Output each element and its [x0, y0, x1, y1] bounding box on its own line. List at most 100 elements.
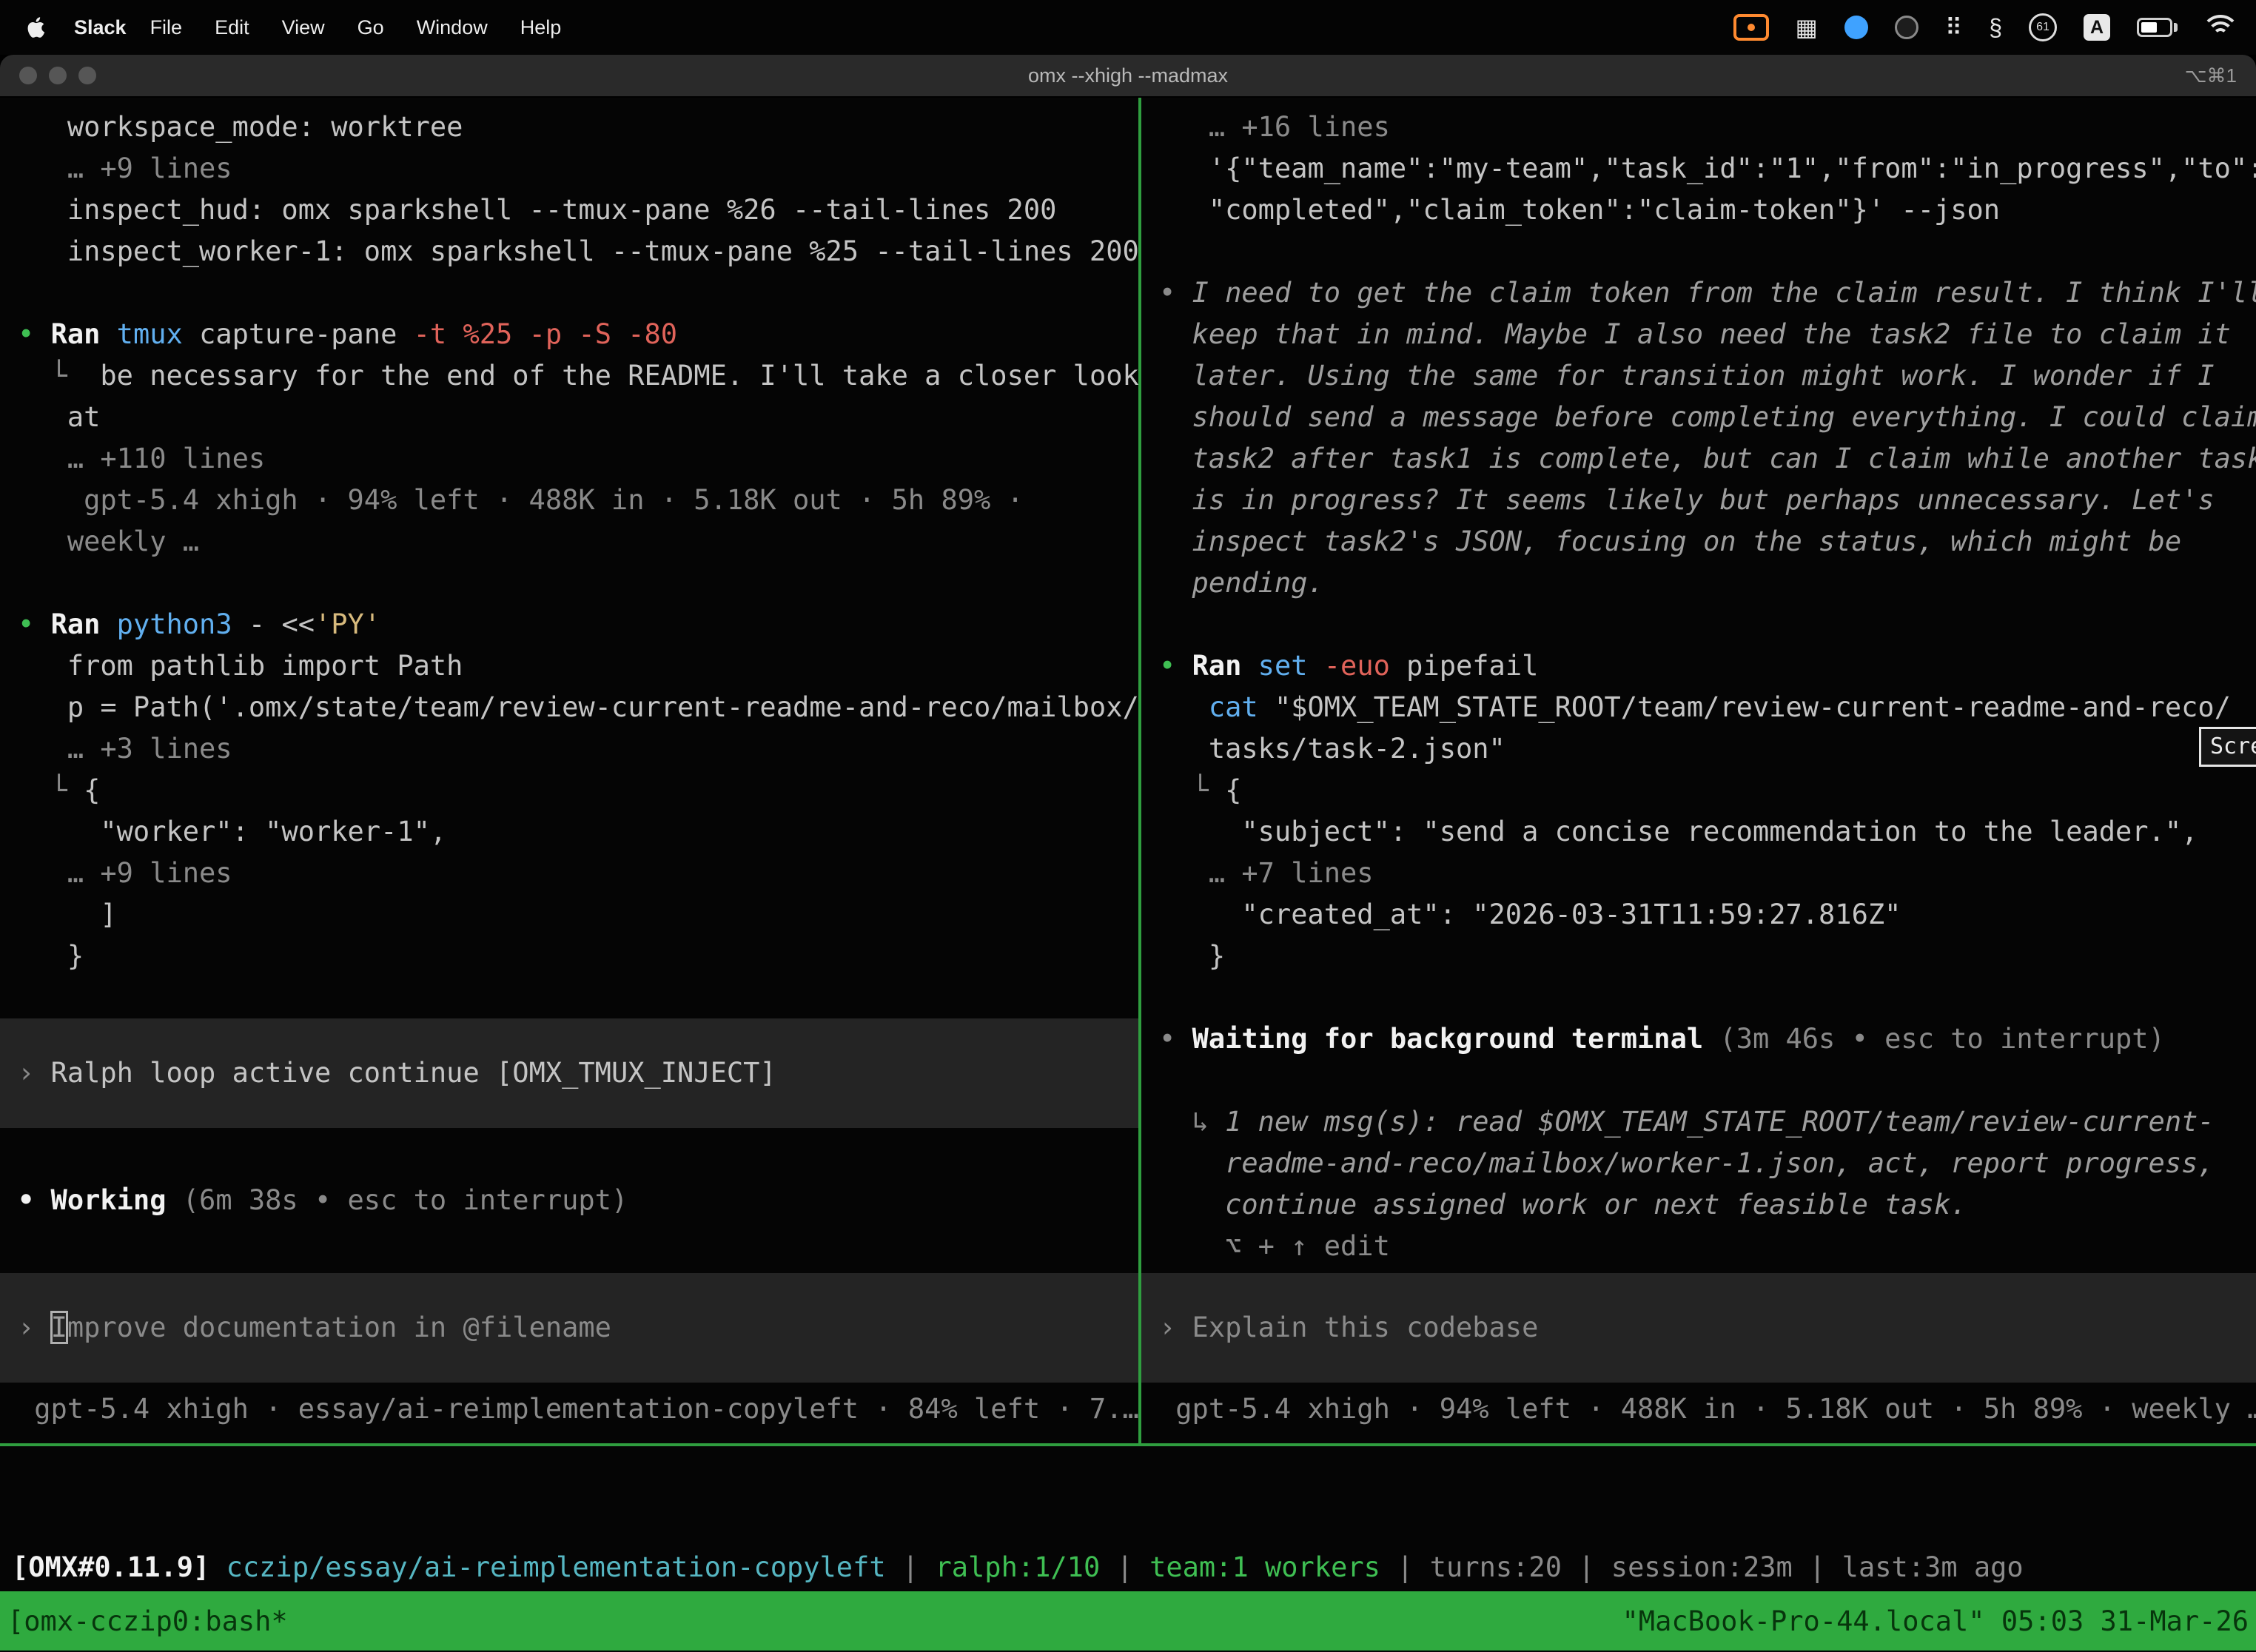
omx-status-pane[interactable]: [OMX#0.11.9] cczip/essay/ai-reimplementa… [0, 1446, 2256, 1591]
text-segment: └ [1159, 774, 1225, 806]
text-segment: later. Using the same for transition mig… [1159, 360, 2215, 392]
terminal-line: } [18, 936, 1138, 977]
text-segment: └ [18, 360, 100, 392]
text-segment: … +16 lines [1159, 111, 1390, 143]
terminal-line: task2 after task1 is complete, but can I… [1159, 438, 2256, 480]
text-segment: Ran [1192, 650, 1258, 682]
terminal-line: ↳ 1 new msg(s): read $OMX_TEAM_STATE_ROO… [1159, 1101, 2256, 1143]
text-segment: task2 after task1 is complete, but can I… [1159, 443, 2256, 474]
terminal-line [1159, 604, 2256, 645]
text-segment: is in progress? It seems likely but perh… [1159, 484, 2215, 516]
apple-menu-icon[interactable] [22, 14, 49, 41]
tmux-panes: workspace_mode: worktree … +9 lines insp… [0, 98, 2256, 1443]
text-segment: › Explain this codebase [1159, 1312, 1538, 1343]
text-segment: gpt-5.4 xhigh · 94% left · 488K in · 5.1… [1159, 1393, 2256, 1425]
terminal-pane-right[interactable]: … +16 lines '{"team_name":"my-team","tas… [1141, 98, 2256, 1443]
spacer [18, 1221, 1138, 1273]
menu-go[interactable]: Go [341, 16, 400, 39]
text-segment: { [1225, 774, 1241, 806]
input-source-icon[interactable]: A [2084, 14, 2110, 41]
text-segment: { [84, 774, 100, 806]
terminal-line: • Ran set -euo pipefail [1159, 645, 2256, 687]
input-prompt[interactable]: › Improve documentation in @filename [0, 1273, 1138, 1383]
menu-window[interactable]: Window [400, 16, 504, 39]
screen-tooltip: Scre [2199, 727, 2256, 767]
text-segment: • [1159, 277, 1192, 309]
text-segment: 'PY' [315, 608, 380, 640]
menu-help[interactable]: Help [504, 16, 578, 39]
terminal-line: … +9 lines [18, 148, 1138, 189]
terminal-line [18, 272, 1138, 314]
text-segment: readme-and-reco/mailbox/worker-1.json, a… [1159, 1147, 2215, 1179]
terminal-line: • Waiting for background terminal (3m 46… [1159, 1018, 2256, 1060]
squiggle-app-icon[interactable]: § [1989, 16, 2002, 39]
terminal-line: └ { [1159, 770, 2256, 811]
blue-app-icon[interactable] [1844, 16, 1868, 39]
text-segment: python3 [117, 608, 249, 640]
text-segment: Ran [51, 608, 117, 640]
text-segment: Ran [51, 318, 117, 350]
text-segment: … +7 lines [1159, 857, 1374, 889]
text-segment: be necessary for the end of the README. … [100, 360, 1138, 392]
omx-status-line: [OMX#0.11.9] cczip/essay/ai-reimplementa… [12, 1547, 2256, 1588]
text-segment [1159, 691, 1209, 723]
terminal-line: keep that in mind. Maybe I also need the… [1159, 314, 2256, 355]
menu-file[interactable]: File [134, 16, 199, 39]
terminal-line: "created_at": "2026-03-31T11:59:27.816Z" [1159, 894, 2256, 936]
dots-grid-icon[interactable]: ⠿ [1945, 16, 1962, 39]
text-segment: | [1100, 1551, 1149, 1583]
menu-view[interactable]: View [266, 16, 341, 39]
terminal-line: "completed","claim_token":"claim-token"}… [1159, 189, 2256, 231]
text-segment: pipefail [1406, 650, 1538, 682]
text-segment: tasks/task-2.json" [1159, 733, 1505, 765]
terminal-line: • Ran python3 - <<'PY' [18, 604, 1138, 645]
window-title-bar[interactable]: omx --xhigh --madmax ⌥⌘1 [0, 55, 2256, 98]
terminal-line [1159, 977, 2256, 1018]
terminal-line: └ { [18, 770, 1138, 811]
battery-gauge-icon[interactable]: 61 [2029, 13, 2057, 41]
terminal-pane-left[interactable]: workspace_mode: worktree … +9 lines insp… [0, 98, 1138, 1443]
terminal-line: workspace_mode: worktree [18, 107, 1138, 148]
wifi-icon[interactable] [2204, 15, 2237, 40]
text-segment: ⌥ + ↑ edit [1159, 1230, 1390, 1262]
text-segment: (6m 38s • esc to interrupt) [183, 1184, 628, 1216]
text-segment: - << [249, 608, 315, 640]
text-segment: "subject": "send a concise recommendatio… [1159, 816, 2198, 847]
text-segment: I need to get the claim token from the c… [1192, 277, 2256, 309]
input-prompt[interactable]: › Ralph loop active continue [OMX_TMUX_I… [0, 1018, 1138, 1128]
terminal-line: ] [18, 894, 1138, 936]
terminal-line: gpt-5.4 xhigh · essay/ai-reimplementatio… [18, 1389, 1138, 1430]
terminal-line: … +3 lines [18, 728, 1138, 770]
terminal-line: "subject": "send a concise recommendatio… [1159, 811, 2256, 853]
text-segment: from pathlib import Path [18, 650, 463, 682]
text-segment: capture-pane [199, 318, 414, 350]
input-prompt[interactable]: › Explain this codebase [1141, 1273, 2256, 1383]
text-segment: gpt-5.4 xhigh · 94% left · 488K in · 5.1… [18, 484, 1024, 516]
terminal-line: should send a message before completing … [1159, 397, 2256, 438]
text-segment: at [18, 401, 100, 433]
text-segment: … +3 lines [18, 733, 232, 765]
active-app-menu[interactable]: Slack [74, 16, 127, 39]
terminal-line [18, 977, 1138, 1018]
text-segment: • Working [18, 1184, 183, 1216]
text-segment: } [18, 940, 84, 972]
terminal-line: ⌥ + ↑ edit [1159, 1226, 2256, 1267]
text-segment: └ [18, 774, 84, 806]
menu-edit[interactable]: Edit [198, 16, 266, 39]
terminal-line [1159, 231, 2256, 272]
text-segment: "created_at": "2026-03-31T11:59:27.816Z" [1159, 899, 1901, 930]
tmux-session-label[interactable]: [omx-cczip0:bash* [7, 1605, 288, 1637]
tmux-host-clock-label: "MacBook-Pro-44.local" 05:03 31-Mar-26 [1622, 1605, 2249, 1637]
screen-recording-icon[interactable] [1733, 14, 1769, 41]
battery-icon[interactable] [2137, 18, 2178, 37]
text-segment: -euo [1324, 650, 1406, 682]
text-segment: › [18, 1312, 51, 1343]
tmux-status-bar: [omx-cczip0:bash* "MacBook-Pro-44.local"… [0, 1591, 2256, 1651]
text-segment: … +9 lines [18, 152, 232, 184]
terminal-line [18, 563, 1138, 604]
terminal-line: … +110 lines [18, 438, 1138, 480]
dark-app-icon[interactable] [1895, 16, 1918, 39]
grid-icon[interactable]: ▦ [1796, 16, 1818, 39]
text-segment: ralph:1/10 [935, 1551, 1100, 1583]
text-segment: mprove documentation in @filename [67, 1312, 611, 1343]
